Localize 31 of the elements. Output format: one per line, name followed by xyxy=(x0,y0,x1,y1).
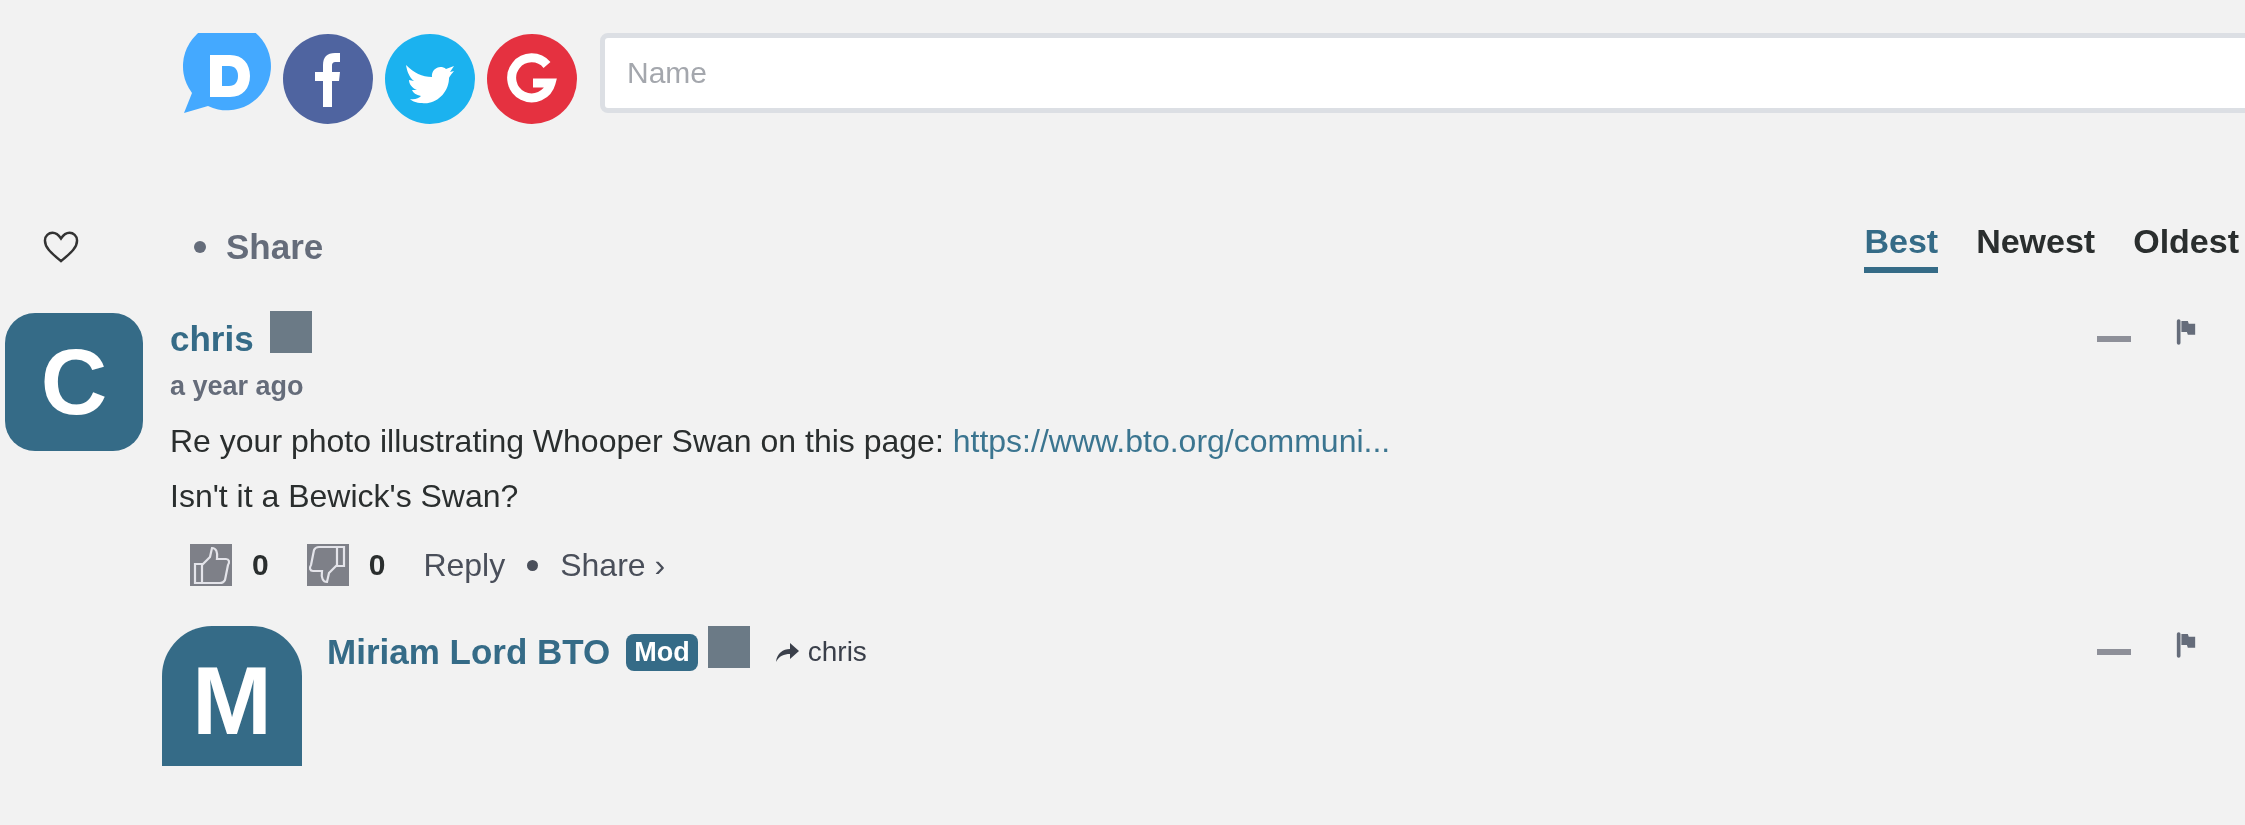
facebook-logo-icon[interactable] xyxy=(282,33,374,125)
comment-time: a year ago xyxy=(170,371,305,402)
flag-icon[interactable] xyxy=(2175,318,2197,346)
badge-placeholder-icon xyxy=(269,311,312,353)
comment-text: Re your photo illustrating Whooper Swan on this page: https://www.bto.org/communi... Isn't it a Bewick's Swan? xyxy=(170,422,1392,516)
separator-dot xyxy=(527,559,539,571)
comment-link[interactable]: https://www.bto.org/communi... xyxy=(952,423,1391,459)
author-name[interactable]: Miriam Lord BTO xyxy=(327,632,611,672)
twitter-logo-icon[interactable] xyxy=(384,33,476,125)
flag-icon[interactable] xyxy=(2175,631,2197,659)
user-avatar[interactable]: C xyxy=(5,313,143,451)
heart-icon[interactable] xyxy=(42,230,80,264)
moderator-badge: Mod xyxy=(626,633,698,671)
sort-tab[interactable]: Best xyxy=(1864,221,1939,273)
reply-to-name[interactable]: chris xyxy=(807,636,867,668)
reply-arrow-icon xyxy=(773,641,800,663)
author-name[interactable]: chris xyxy=(170,319,254,359)
badge-placeholder-icon xyxy=(707,626,750,668)
thumbs-up-icon[interactable] xyxy=(190,544,232,586)
name-field[interactable]: Name xyxy=(600,33,2245,113)
sort-tab[interactable]: Newest xyxy=(1976,221,2096,273)
sort-tab[interactable]: Oldest xyxy=(2133,221,2239,273)
share-link[interactable]: Share xyxy=(226,227,324,267)
share-link[interactable]: Share › xyxy=(560,546,666,584)
reply-link[interactable]: Reply xyxy=(423,546,506,584)
separator-dot xyxy=(194,241,206,253)
google-logo-icon[interactable] xyxy=(486,33,578,125)
downvote-count: 0 xyxy=(368,548,386,582)
user-avatar[interactable]: M xyxy=(162,626,302,766)
upvote-count: 0 xyxy=(252,548,269,582)
thumbs-down-icon[interactable] xyxy=(306,544,349,586)
